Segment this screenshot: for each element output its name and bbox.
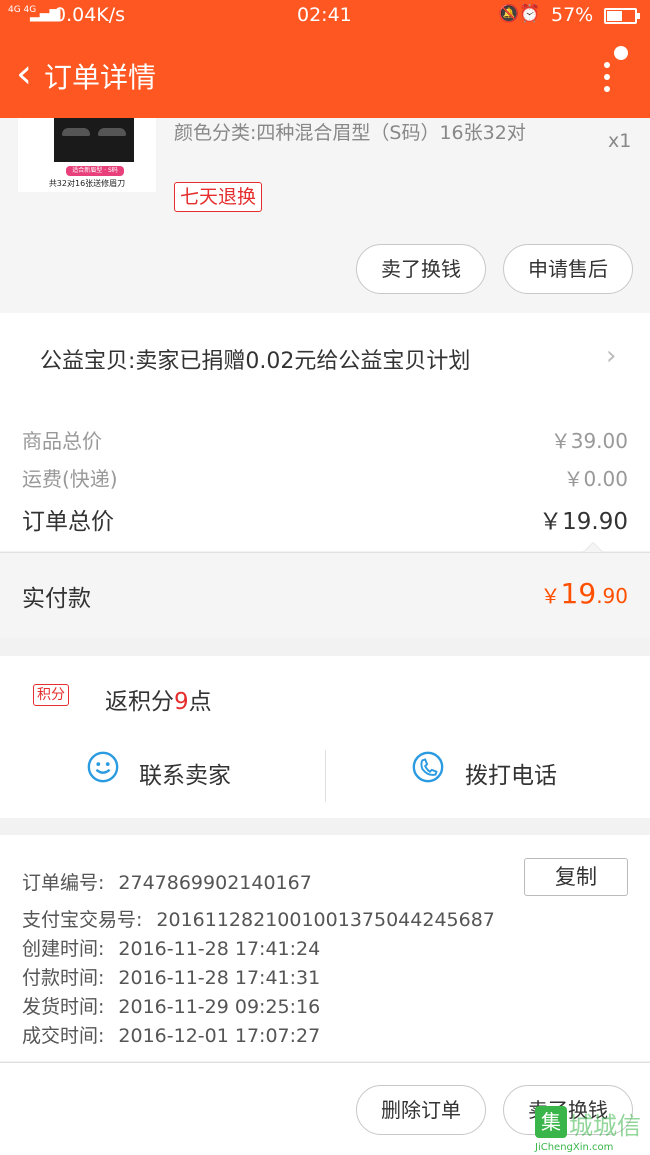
paid-time-label: 付款时间: [22,967,105,989]
alipay-trade-row: 支付宝交易号: 2016112821001001375044245687 [22,905,495,932]
order-number-label: 订单编号: [22,872,105,894]
battery-fill [607,11,622,21]
product-image[interactable]: 适合新眉型 · S码 共32对16张送修眉刀 [18,118,156,192]
call-phone-label: 拨打电话 [465,763,557,789]
return-badge: 七天退换 [174,182,263,212]
status-bar: 4G 4G ▂▄▆ 0.04K/s 02:41 🔕⏰ 57% [0,0,650,32]
completed-time-row: 成交时间: 2016-12-01 17:07:27 [22,1021,320,1048]
points-badge: 积分 [33,684,69,706]
phone-icon [412,751,444,783]
contact-seller-button[interactable]: 联系卖家 [0,748,325,804]
smile-chat-icon [87,751,119,783]
network-speed: 0.04K/s [54,4,126,26]
product-card: 适合新眉型 · S码 共32对16张送修眉刀 颜色分类:四种混合眉型（S码）16… [0,118,650,313]
shipped-time-row: 发货时间: 2016-11-29 09:25:16 [22,992,320,1019]
currency-symbol: ￥ [540,584,561,608]
points-text-after: 点 [188,689,212,715]
watermark-text: 城城信 [569,1112,641,1140]
battery-percent: 57% [551,4,594,26]
contact-seller-label: 联系卖家 [139,763,231,789]
goods-total-label: 商品总价 [22,429,102,453]
chevron-left-icon[interactable]: ‹ [6,44,42,104]
amount-integer: 19 [560,577,597,610]
order-number-value: 2747869902140167 [118,872,312,894]
shipping-label: 运费(快递) [22,467,118,491]
points-value: 9 [174,689,189,715]
order-info: 复制 订单编号: 2747869902140167 支付宝交易号: 20161128… [0,835,650,1061]
copy-button[interactable]: 复制 [524,858,628,896]
chevron-right-icon: › [606,341,617,371]
product-image-tag: 适合新眉型 · S码 [66,166,124,176]
battery-icon [604,8,640,24]
created-time-value: 2016-11-28 17:41:24 [118,938,321,960]
order-number-row: 订单编号: 2747869902140167 [22,868,312,895]
paid-time-row: 付款时间: 2016-11-28 17:41:31 [22,963,320,990]
amount-decimal: .90 [596,584,628,608]
created-time-row: 创建时间: 2016-11-28 17:41:24 [22,934,320,961]
more-vertical-icon[interactable] [594,46,634,106]
product-spec: 颜色分类:四种混合眉型（S码）16张32对 [174,122,526,144]
caret-up-icon [583,542,603,552]
shipping-value: ￥0.00 [563,467,628,491]
notification-dot [614,46,628,60]
delete-order-button[interactable]: 删除订单 [356,1085,486,1135]
price-summary: 商品总价 ￥39.00 运费(快递) ￥0.00 订单总价 ￥19.90 [0,401,650,551]
after-sale-button[interactable]: 申请售后 [503,244,633,294]
product-image-caption: 共32对16张送修眉刀 [48,179,126,188]
charity-row[interactable]: 公益宝贝:卖家已捐赠0.02元给公益宝贝计划 › [0,313,650,401]
charity-text: 公益宝贝:卖家已捐赠0.02元给公益宝贝计划 [40,349,471,374]
call-phone-button[interactable]: 拨打电话 [326,748,650,804]
nav-bar: ‹ 订单详情 [0,32,650,118]
product-quantity: x1 [608,130,632,152]
bell-off-icon: 🔕 [498,4,520,24]
created-time-label: 创建时间: [22,938,105,960]
completed-time-value: 2016-12-01 17:07:27 [118,1025,321,1047]
paid-time-value: 2016-11-28 17:41:31 [118,967,321,989]
order-total-label: 订单总价 [22,509,114,535]
watermark-url: JiChengXin.com [535,1142,614,1153]
points-section: 积分 返积分9点 联系卖家 拨打电话 [0,656,650,818]
alipay-trade-label: 支付宝交易号: [22,909,143,931]
watermark: 集 城城信 JiChengXin.com [535,1106,650,1155]
alipay-trade-value: 2016112821001001375044245687 [156,909,495,931]
goods-total-value: ￥39.00 [550,429,628,453]
actual-payment-value: ￥19.90 [541,577,628,610]
completed-time-label: 成交时间: [22,1025,105,1047]
page-title: 订单详情 [44,61,157,94]
watermark-logo: 集 [535,1106,567,1138]
actual-payment-label: 实付款 [22,586,91,612]
alarm-icon: ⏰ [519,4,541,24]
clock: 02:41 [297,4,352,26]
contact-bar: 联系卖家 拨打电话 [0,748,650,804]
sell-button[interactable]: 卖了换钱 [356,244,486,294]
notification-icons: 🔕⏰ [498,4,540,24]
shipped-time-value: 2016-11-29 09:25:16 [118,996,321,1018]
actual-payment-row: 实付款 ￥19.90 [0,542,650,638]
order-total-value: ￥19.90 [539,509,628,535]
shipped-time-label: 发货时间: [22,996,105,1018]
points-text-before: 返积分 [105,689,174,715]
points-text: 返积分9点 [105,682,212,716]
